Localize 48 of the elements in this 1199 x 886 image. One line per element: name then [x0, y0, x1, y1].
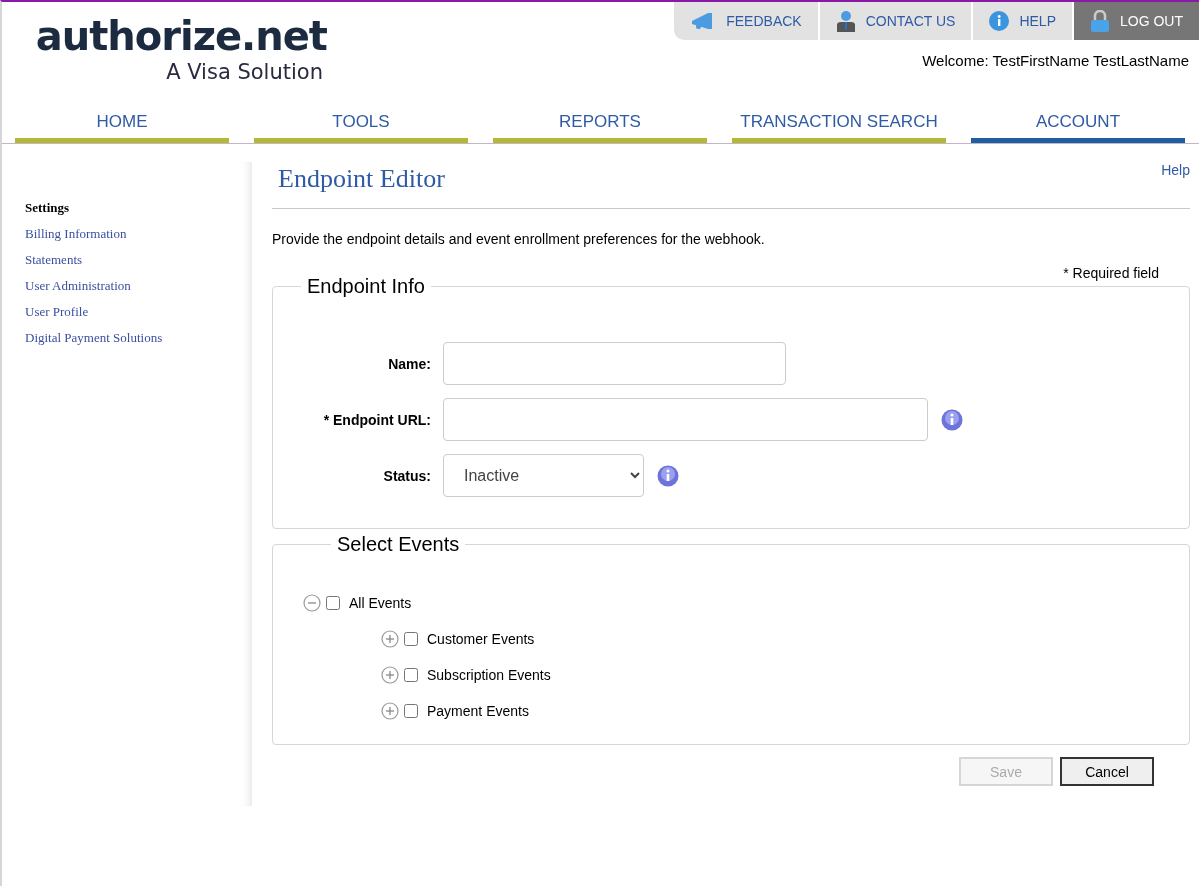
expand-icon[interactable] [381, 630, 399, 648]
tree-label: Customer Events [427, 631, 535, 647]
top-link[interactable]: CONTACT US [819, 2, 972, 40]
checkbox[interactable] [326, 596, 340, 610]
lock-icon [1090, 10, 1110, 32]
top-link[interactable]: FEEDBACK [674, 2, 818, 40]
logo-text: authorize.net [35, 12, 327, 60]
help-link[interactable]: Help [1161, 162, 1190, 178]
required-note: * Required field [1063, 265, 1159, 281]
text-field[interactable] [443, 398, 928, 441]
nav-tab[interactable]: HOME [15, 102, 229, 143]
checkbox[interactable] [404, 632, 418, 646]
sidebar-item[interactable]: Billing Information [25, 226, 252, 242]
sidebar-item[interactable]: User Administration [25, 278, 252, 294]
page-title: Endpoint Editor [278, 164, 445, 194]
sidebar-item[interactable]: Digital Payment Solutions [25, 330, 252, 346]
nav-tab[interactable]: TRANSACTION SEARCH [732, 102, 946, 143]
panel-legend: Endpoint Info [301, 275, 431, 298]
expand-icon[interactable] [381, 702, 399, 720]
tree-label: Payment Events [427, 703, 529, 719]
sidebar-item[interactable]: User Profile [25, 304, 252, 320]
text-field[interactable] [443, 342, 786, 385]
tree-label: Subscription Events [427, 667, 551, 683]
info-icon [989, 11, 1010, 31]
info-icon[interactable] [941, 408, 963, 431]
checkbox[interactable] [404, 704, 418, 718]
top-link[interactable]: LOG OUT [1074, 2, 1199, 40]
nav-tab[interactable]: REPORTS [493, 102, 707, 143]
tree-label: All Events [349, 595, 412, 611]
status-select[interactable]: Inactive [443, 454, 644, 497]
field-label: Status: [382, 467, 432, 484]
expand-icon[interactable] [381, 666, 399, 684]
checkbox[interactable] [404, 668, 418, 682]
info-icon[interactable] [657, 464, 679, 487]
description-text: Provide the endpoint details and event enrollment preferences for the webhook. [272, 231, 766, 247]
top-link[interactable]: HELP [973, 2, 1072, 40]
collapse-icon[interactable] [303, 594, 321, 612]
panel-legend: Select Events [331, 533, 466, 556]
field-label: Name: [387, 355, 432, 372]
sidebar-item[interactable]: Statements [25, 252, 252, 268]
person-icon [835, 10, 856, 32]
sidebar-item[interactable]: Settings [25, 200, 252, 216]
nav-tab[interactable]: TOOLS [254, 102, 468, 143]
nav-tab[interactable]: ACCOUNT [971, 102, 1185, 143]
logo-tagline: A Visa Solution [166, 60, 323, 84]
welcome-text: Welcome: TestFirstName TestLastName [922, 52, 1189, 69]
field-label: * Endpoint URL: [322, 411, 432, 428]
form-button[interactable]: Cancel [1060, 757, 1154, 786]
